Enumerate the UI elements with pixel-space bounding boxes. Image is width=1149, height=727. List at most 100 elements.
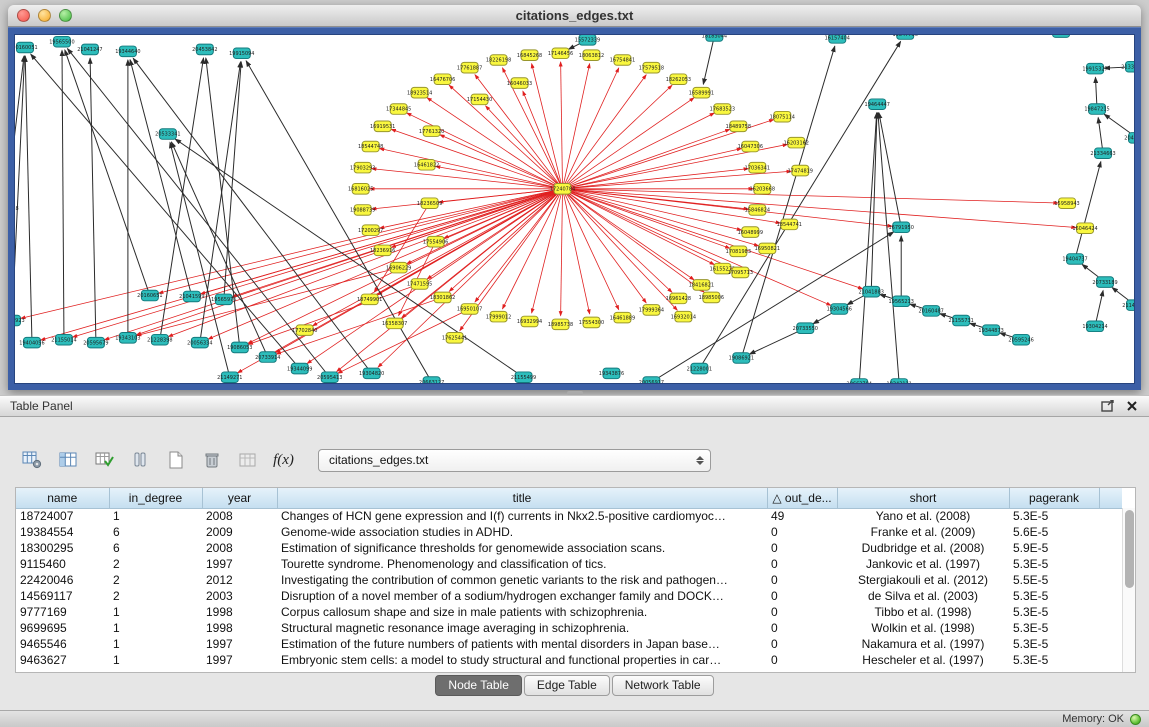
graph-edge[interactable]	[238, 189, 563, 373]
graph-edge[interactable]	[563, 98, 695, 189]
tab-edge-table[interactable]: Edge Table	[524, 675, 610, 696]
graph-node[interactable]: 20733189	[1092, 277, 1117, 288]
graph-edge[interactable]	[561, 62, 563, 189]
graph-node[interactable]: 20533341	[155, 129, 180, 140]
graph-edge[interactable]	[379, 189, 562, 228]
graph-node[interactable]: 16791950	[889, 222, 914, 233]
window-titlebar[interactable]: citations_edges.txt	[8, 5, 1141, 27]
graph-node[interactable]: 21041599	[179, 291, 204, 302]
graph-node[interactable]: 16048999	[738, 227, 763, 238]
graph-node[interactable]: 16157404	[825, 35, 850, 43]
graph-node[interactable]: 20453317	[1124, 133, 1134, 144]
graph-node[interactable]: 17903293	[350, 162, 375, 173]
table-row[interactable]: 1830029562008Estimation of significance …	[16, 540, 1122, 556]
graph-edge[interactable]	[871, 113, 877, 292]
import-table-button[interactable]	[234, 447, 261, 473]
graph-node[interactable]: 16906229	[386, 262, 411, 273]
zoom-window-button[interactable]	[59, 9, 72, 22]
graph-node[interactable]: 20533928	[1048, 35, 1073, 37]
graph-node[interactable]: 21228001	[687, 363, 712, 374]
graph-edge[interactable]	[878, 113, 899, 383]
graph-node[interactable]: 17579518	[639, 62, 664, 73]
rows-button[interactable]	[126, 447, 153, 473]
graph-node[interactable]: 19404056	[19, 337, 44, 348]
graph-node[interactable]: 19404737	[1062, 254, 1087, 265]
graph-edge[interactable]	[563, 189, 1077, 228]
graph-node[interactable]: 20663784	[847, 379, 872, 383]
graph-edge[interactable]	[307, 189, 562, 364]
graph-edge[interactable]	[407, 113, 563, 189]
column-header-out-degree[interactable]: △ out_de...	[767, 488, 837, 508]
graph-node[interactable]: 16754841	[610, 55, 635, 66]
table-settings-button[interactable]	[18, 447, 45, 473]
graph-node[interactable]: 16476706	[430, 74, 455, 85]
table-row[interactable]: 946362711997Embryonic stem cells: a mode…	[16, 652, 1122, 668]
graph-edge[interactable]	[563, 148, 742, 188]
graph-node[interactable]: 16932014	[671, 311, 696, 322]
graph-node[interactable]: 19344873	[978, 325, 1003, 336]
graph-node[interactable]: 17999012	[486, 311, 511, 322]
graph-node[interactable]: 21041883	[859, 286, 884, 297]
graph-node[interactable]: 20663127	[419, 377, 444, 383]
column-header-year[interactable]: year	[202, 488, 277, 508]
column-header-in-degree[interactable]: in_degree	[109, 488, 202, 508]
table-row[interactable]: 1872400712008Changes of HCN gene express…	[16, 508, 1122, 524]
graph-node[interactable]: 18262053	[666, 74, 691, 85]
graph-node[interactable]: 19088739	[350, 205, 375, 216]
graph-node[interactable]: 16919531	[370, 121, 395, 132]
graph-edge[interactable]	[67, 49, 329, 378]
graph-node[interactable]: 20056917	[639, 377, 664, 383]
graph-edge[interactable]	[1075, 162, 1101, 259]
graph-edge[interactable]	[563, 113, 715, 189]
graph-node[interactable]: 20663923	[15, 315, 25, 326]
graph-node[interactable]: 20595246	[1008, 334, 1033, 345]
graph-node[interactable]: 17344845	[386, 104, 411, 115]
graph-edge[interactable]	[62, 50, 64, 339]
graph-node[interactable]: 15572339	[575, 35, 600, 45]
graph-node[interactable]: 19565500	[49, 36, 74, 47]
graph-node[interactable]: 17154430	[467, 94, 492, 105]
graph-edge[interactable]	[741, 46, 834, 358]
graph-node[interactable]: 16932994	[517, 316, 542, 327]
graph-node[interactable]: 21155731	[948, 315, 973, 326]
close-panel-icon[interactable]	[1125, 400, 1139, 412]
graph-edge[interactable]	[563, 85, 672, 189]
table-row[interactable]: 911546021997Tourette syndrome. Phenomeno…	[16, 556, 1122, 572]
tab-node-table[interactable]: Node Table	[435, 675, 522, 696]
graph-node[interactable]: 20160051	[15, 42, 38, 53]
graph-node[interactable]: 18489758	[726, 121, 751, 132]
table-row[interactable]: 946554611997Estimation of the future num…	[16, 636, 1122, 652]
graph-node[interactable]: 16845268	[517, 50, 542, 61]
graph-edge[interactable]	[379, 148, 562, 188]
graph-edge[interactable]	[563, 189, 619, 310]
graph-node[interactable]: 17625441	[442, 333, 467, 344]
graph-node[interactable]: 20595679	[83, 337, 108, 348]
graph-node[interactable]: 20160487	[918, 306, 943, 317]
table-row[interactable]: 1938455462009Genome-wide association stu…	[16, 524, 1122, 540]
minimize-window-button[interactable]	[38, 9, 51, 22]
graph-node[interactable]: 19304214	[1082, 321, 1107, 332]
graph-node[interactable]: 15846824	[745, 205, 770, 216]
graph-node[interactable]: 17200297	[358, 225, 383, 236]
graph-node[interactable]: 18236509	[417, 198, 442, 209]
column-header-pagerank[interactable]: pagerank	[1009, 488, 1099, 508]
graph-edge[interactable]	[502, 189, 562, 309]
delete-button[interactable]	[198, 447, 225, 473]
graph-node[interactable]: 18236916	[370, 245, 395, 256]
graph-edge[interactable]	[563, 189, 705, 292]
network-graph[interactable]: 1724078416203668158468241604899917081983…	[15, 35, 1134, 383]
table-row[interactable]: 969969511998Structural magnetic resonanc…	[16, 620, 1122, 636]
column-header-title[interactable]: title	[277, 488, 767, 508]
graph-node[interactable]: 18063812	[579, 50, 604, 61]
graph-edge[interactable]	[427, 98, 563, 189]
graph-node[interactable]: 18985738	[548, 319, 573, 330]
graph-edge[interactable]	[25, 56, 32, 342]
close-window-button[interactable]	[17, 9, 30, 22]
graph-node[interactable]: 16203668	[750, 184, 775, 195]
graph-edge[interactable]	[563, 189, 678, 310]
graph-edge[interactable]	[475, 189, 563, 302]
graph-edge[interactable]	[486, 106, 563, 189]
graph-edge[interactable]	[563, 68, 619, 189]
tab-network-table[interactable]: Network Table	[612, 675, 714, 696]
graph-node[interactable]: 17081983	[726, 246, 751, 257]
